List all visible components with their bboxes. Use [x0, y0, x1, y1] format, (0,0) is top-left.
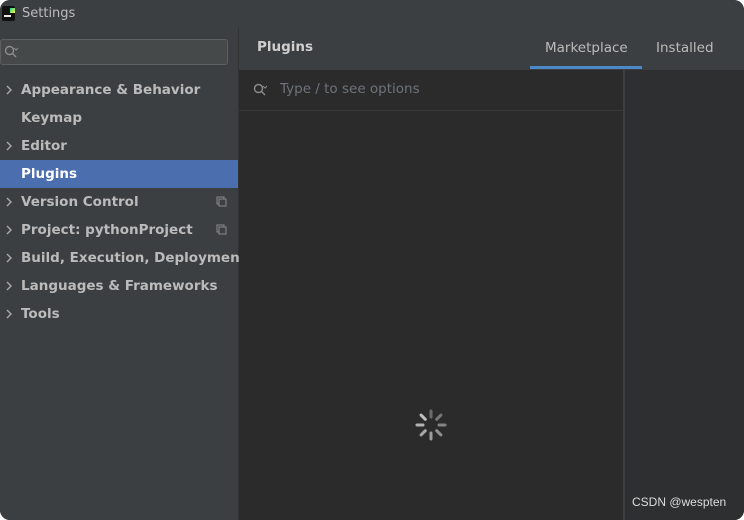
sidebar-item-label: Build, Execution, Deployment: [21, 250, 247, 266]
settings-sidebar: Appearance & Behavior Keymap Editor Plug…: [0, 28, 246, 520]
plugin-details-pane: [625, 70, 744, 520]
sidebar-item-project[interactable]: Project: pythonProject: [0, 216, 238, 244]
sidebar-item-version-control[interactable]: Version Control: [0, 188, 238, 216]
chevron-right-icon[interactable]: [4, 141, 14, 151]
sidebar-item-label: Plugins: [21, 166, 78, 182]
search-icon: [4, 45, 18, 58]
copy-icon: [216, 196, 227, 207]
active-tab-indicator: [530, 66, 642, 69]
sidebar-item-appearance-behavior[interactable]: Appearance & Behavior: [0, 76, 238, 104]
plugin-search-placeholder: Type / to see options: [280, 81, 420, 97]
sidebar-item-keymap[interactable]: Keymap: [0, 104, 238, 132]
spinner-icon: [415, 409, 447, 441]
watermark: CSDN @wespten: [632, 495, 727, 509]
page-title: Plugins: [257, 39, 314, 55]
plugins-header: Plugins Marketplace Installed: [239, 28, 744, 70]
chevron-right-icon[interactable]: [4, 85, 14, 95]
title-bar: Settings: [0, 0, 744, 28]
pycharm-icon: [2, 6, 15, 21]
sidebar-item-label: Editor: [21, 138, 67, 154]
sidebar-item-label: Project: pythonProject: [21, 222, 193, 238]
sidebar-item-editor[interactable]: Editor: [0, 132, 238, 160]
search-icon: [253, 83, 267, 96]
plugin-search-input[interactable]: Type / to see options: [239, 70, 623, 111]
sidebar-item-plugins[interactable]: Plugins: [0, 160, 238, 188]
chevron-right-icon[interactable]: [4, 309, 14, 319]
plugin-list-pane: Type / to see options: [239, 70, 623, 520]
chevron-right-icon[interactable]: [4, 225, 14, 235]
sidebar-item-languages-frameworks[interactable]: Languages & Frameworks: [0, 272, 238, 300]
tab-installed[interactable]: Installed: [656, 40, 714, 56]
sidebar-item-label: Appearance & Behavior: [21, 82, 201, 98]
copy-icon: [216, 224, 227, 235]
sidebar-item-tools[interactable]: Tools: [0, 300, 238, 328]
settings-window: Settings Appearance & Behavior Keymap Ed…: [0, 0, 744, 520]
sidebar-item-build-execution-deployment[interactable]: Build, Execution, Deployment: [0, 244, 246, 272]
sidebar-item-label: Languages & Frameworks: [21, 278, 218, 294]
settings-search-input[interactable]: [0, 39, 228, 65]
sidebar-item-label: Tools: [21, 306, 60, 322]
chevron-right-icon[interactable]: [4, 281, 14, 291]
plugins-panel: Plugins Marketplace Installed Type / to …: [239, 28, 744, 520]
chevron-right-icon[interactable]: [4, 253, 14, 263]
window-title: Settings: [22, 6, 76, 21]
sidebar-item-label: Version Control: [21, 194, 139, 210]
settings-tree: Appearance & Behavior Keymap Editor Plug…: [0, 76, 246, 328]
tab-marketplace[interactable]: Marketplace: [545, 40, 628, 56]
chevron-right-icon[interactable]: [4, 197, 14, 207]
sidebar-item-label: Keymap: [21, 110, 83, 126]
